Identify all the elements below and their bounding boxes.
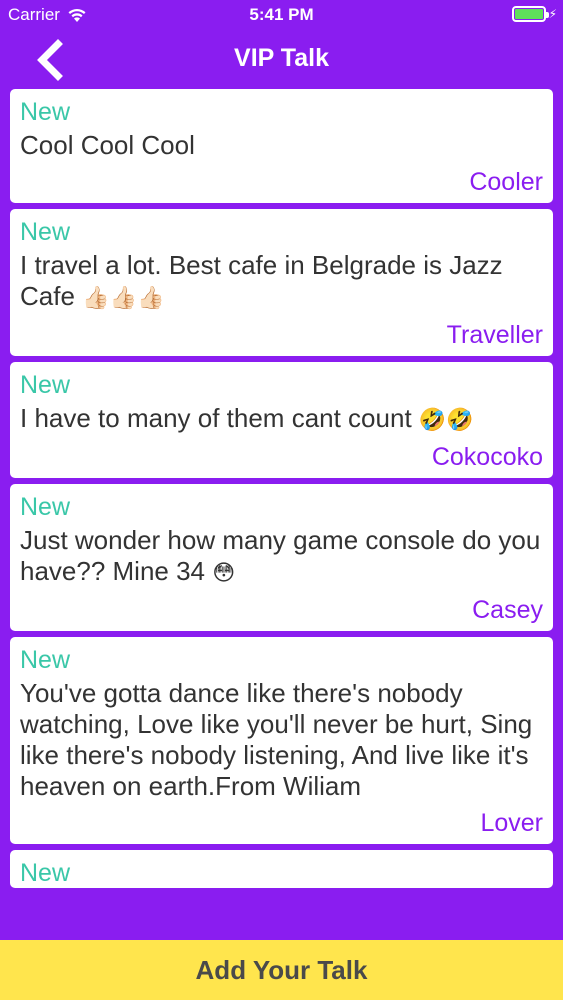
new-tag: New [20, 218, 71, 246]
new-tag: New [20, 371, 71, 399]
new-tag: New [20, 646, 71, 674]
talk-message: I travel a lot. Best cafe in Belgrade is… [20, 250, 503, 311]
talk-author: Cokocoko [431, 443, 543, 471]
talk-card[interactable]: New I have to many of them cant count 🤣🤣… [10, 362, 553, 478]
talk-card[interactable]: New I travel a lot. Best cafe in Belgrad… [10, 209, 553, 356]
talk-card[interactable]: New Just wonder how many game console do… [10, 484, 553, 631]
laughing-emoji: 🤣🤣 [418, 408, 474, 433]
battery-icon [511, 6, 549, 22]
add-talk-button[interactable]: Add Your Talk [0, 940, 563, 1000]
new-tag: New [20, 859, 71, 887]
talk-author: Lover [480, 809, 543, 837]
talk-message: I have to many of them cant count 🤣🤣 [20, 403, 474, 433]
new-tag: New [20, 98, 71, 126]
charging-bolt-icon: ⚡ [548, 7, 557, 21]
flushed-emoji: 😳 [212, 561, 236, 586]
talk-author: Traveller [446, 321, 543, 349]
status-bar: Carrier 5:41 PM ⚡ [0, 0, 563, 30]
status-right: ⚡ [511, 6, 557, 22]
talk-card[interactable]: New Cool Cool Cool Cooler [10, 89, 553, 203]
thumbs-up-emoji: 👍🏻👍🏻👍🏻 [82, 286, 165, 311]
talk-message: Cool Cool Cool [20, 130, 195, 160]
talk-card[interactable]: New You've gotta dance like there's nobo… [10, 637, 553, 844]
talk-card[interactable]: New [10, 850, 553, 888]
talk-author: Casey [472, 596, 543, 624]
nav-bar: VIP Talk [0, 30, 563, 86]
talk-message: Just wonder how many game console do you… [20, 525, 541, 586]
status-time: 5:41 PM [249, 5, 314, 24]
talk-message: You've gotta dance like there's nobody w… [20, 678, 533, 801]
talk-feed[interactable]: New Cool Cool Cool Cooler New I travel a… [10, 89, 553, 940]
page-title: VIP Talk [234, 44, 329, 72]
talk-author: Cooler [469, 168, 543, 196]
new-tag: New [20, 493, 71, 521]
